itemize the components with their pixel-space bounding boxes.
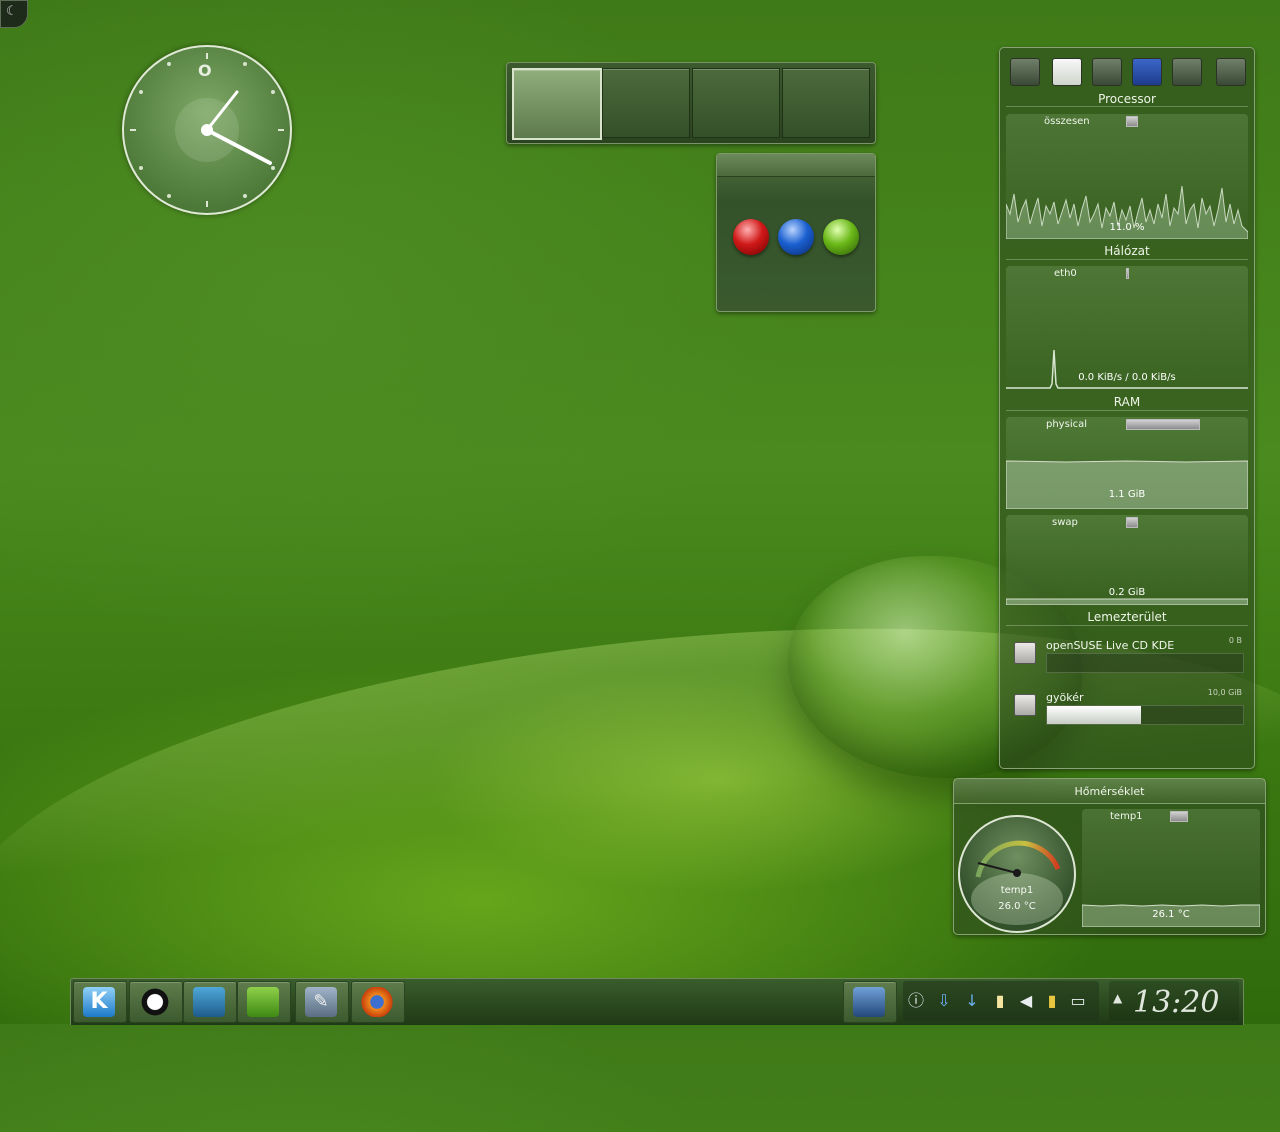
separator	[1006, 625, 1248, 626]
ram-icon[interactable]	[1092, 58, 1122, 86]
disk-usage-bar	[1046, 705, 1244, 725]
notes-icon	[247, 987, 279, 1017]
disk-item[interactable]: openSUSE Live CD KDE 0 B	[1006, 634, 1248, 678]
notes-launcher[interactable]	[237, 981, 291, 1023]
network-plot: eth0 0.0 KiB/s / 0.0 KiB/s	[1006, 266, 1248, 390]
amarok-launcher[interactable]	[129, 981, 183, 1023]
clipboard-icon[interactable]: ▮	[991, 991, 1009, 1011]
disk-name: gyökér	[1046, 691, 1084, 704]
red-ball[interactable]	[733, 219, 769, 255]
balls-widget	[716, 153, 876, 312]
cpu-graph	[1006, 185, 1248, 239]
panel-taskbar: K ✎ ⓘ ⇩ ↓ ▮ ◀ ▮ ▭ ▲ 13:20	[70, 978, 1244, 1025]
tray-expand-icon[interactable]: ▲	[1113, 991, 1122, 1005]
ram-title: RAM	[1113, 395, 1141, 409]
disk-size: 10,0 GiB	[1207, 688, 1242, 697]
display-icon[interactable]: ▭	[1069, 991, 1087, 1011]
green-ball[interactable]	[823, 219, 859, 255]
temperature-gauge: temp1 26.0 °C	[958, 815, 1076, 933]
monitor-device-bar	[1006, 54, 1248, 90]
separator	[1006, 410, 1248, 411]
cashew-icon: ☾	[6, 4, 18, 19]
hard-disk-icon	[1014, 694, 1036, 716]
kde-menu-icon: K	[83, 987, 115, 1017]
digital-clock[interactable]: ▲ 13:20	[1109, 981, 1239, 1021]
download-icon[interactable]: ⇩	[935, 991, 953, 1011]
temperature-widget: Hőmérséklet temp1 26.0 °C temp1 26.1 °C	[953, 778, 1266, 935]
processor-title: Processor	[1098, 92, 1156, 106]
temperature-title: Hőmérséklet	[1074, 785, 1145, 798]
blue-ball[interactable]	[778, 219, 814, 255]
pager-desktop-3[interactable]	[692, 68, 780, 138]
gauge-value: 26.0 °C	[998, 901, 1036, 912]
swap-plot: swap 0.2 GiB	[1006, 515, 1248, 605]
disk-usage-bar	[1046, 653, 1244, 673]
pager-desktop-1[interactable]	[512, 68, 602, 140]
disk-name: openSUSE Live CD KDE	[1046, 639, 1175, 652]
physical-ram-plot: physical 1.1 GiB	[1006, 417, 1248, 509]
cpu-icon[interactable]	[1216, 58, 1246, 86]
desktop-pager	[506, 62, 876, 144]
amarok-icon	[139, 987, 171, 1017]
system-tray: ⓘ ⇩ ↓ ▮ ◀ ▮ ▭	[903, 981, 1099, 1021]
gauge-sensor-label: temp1	[1000, 885, 1034, 896]
settings-launcher[interactable]: ✎	[295, 981, 349, 1023]
cpu-plot: összesen 11.0 %	[1006, 114, 1248, 239]
firefox-icon	[361, 987, 393, 1017]
network-title: Hálózat	[1104, 244, 1150, 258]
system-monitor-icon	[193, 987, 225, 1017]
kde-menu-button[interactable]: K	[73, 981, 127, 1023]
show-desktop-button[interactable]	[843, 981, 897, 1023]
info-icon[interactable]: ⓘ	[907, 991, 925, 1011]
swap-value: 0.2 GiB	[1108, 587, 1146, 598]
temperature-graph-value: 26.1 °C	[1152, 909, 1190, 920]
physical-ram-value: 1.1 GiB	[1108, 489, 1146, 500]
pager-desktop-2[interactable]	[602, 68, 690, 138]
battery-icon[interactable]: ▮	[1043, 991, 1061, 1011]
temperature-plot: temp1 26.1 °C	[1082, 809, 1260, 927]
network-icon[interactable]	[1132, 58, 1162, 86]
system-monitor-widget: Processor összesen 11.0 % Hálózat eth0 0…	[999, 47, 1255, 769]
volume-icon[interactable]: ◀	[1017, 991, 1035, 1011]
clock-time: 13:20	[1133, 985, 1220, 1020]
firefox-launcher[interactable]	[351, 981, 405, 1023]
balls-widget-titlebar	[717, 154, 875, 177]
desktop-toolbox-button[interactable]: ☾	[0, 0, 28, 28]
separator	[1006, 259, 1248, 260]
disk-title: Lemezterület	[1087, 610, 1167, 624]
separator	[1006, 106, 1248, 107]
desktop-icon	[853, 987, 885, 1017]
disk-size: 0 B	[1228, 636, 1242, 645]
disk-usage-fill	[1047, 706, 1142, 724]
update-icon[interactable]: ↓	[963, 991, 981, 1011]
temperature-header: Hőmérséklet	[954, 779, 1265, 804]
temperature-icon[interactable]	[1172, 58, 1202, 86]
clock-face	[130, 53, 284, 207]
network-value: 0.0 KiB/s / 0.0 KiB/s	[1078, 372, 1176, 383]
disk-drive-icon[interactable]	[1010, 58, 1040, 86]
system-monitor-launcher[interactable]	[183, 981, 237, 1023]
hard-disk-icon	[1014, 642, 1036, 664]
analog-clock-widget[interactable]: O	[122, 45, 292, 215]
pager-desktop-4[interactable]	[782, 68, 870, 138]
hard-disk-icon[interactable]	[1052, 58, 1082, 86]
disk-item[interactable]: gyökér 10,0 GiB	[1006, 686, 1248, 730]
cpu-value: 11.0 %	[1109, 222, 1145, 233]
gauge-dial	[971, 840, 1063, 925]
settings-icon: ✎	[305, 987, 337, 1017]
